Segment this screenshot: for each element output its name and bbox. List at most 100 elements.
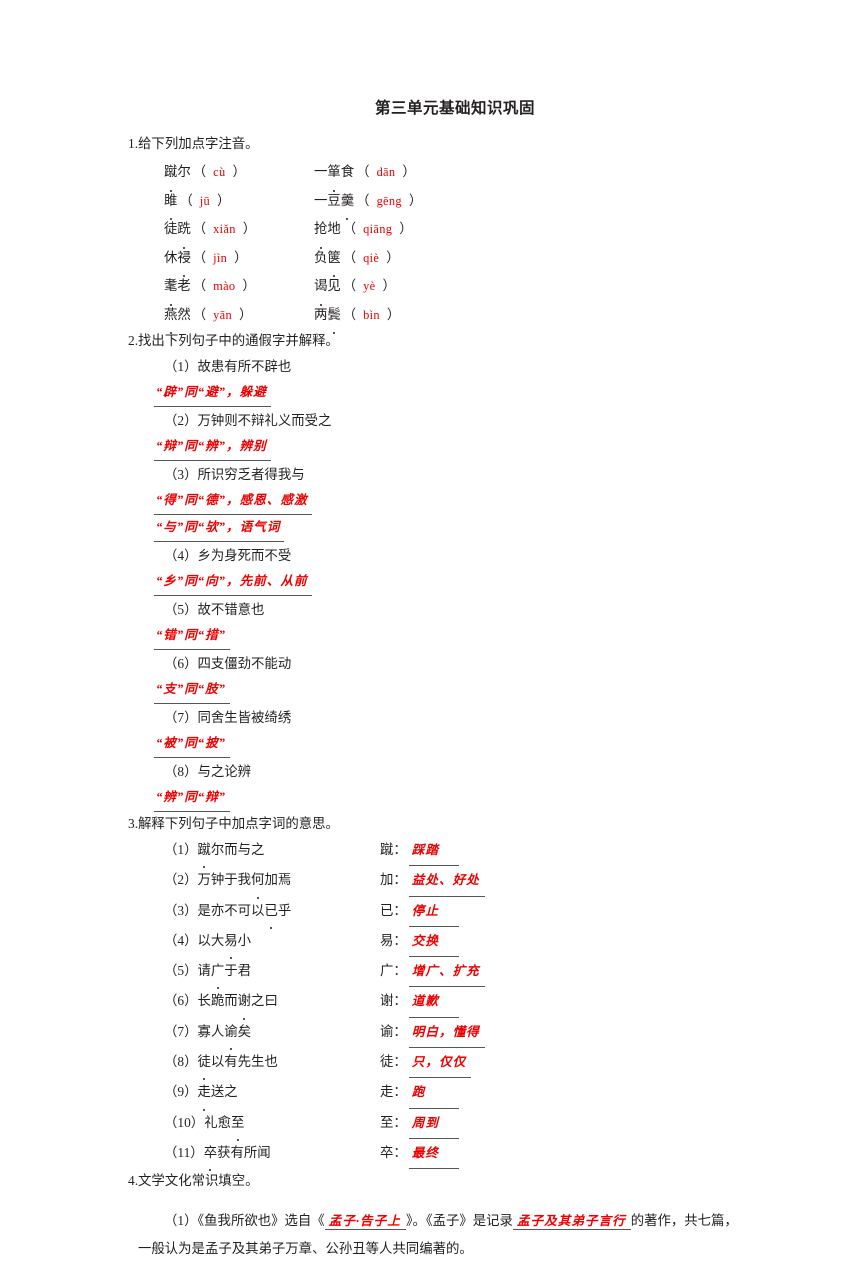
paren-close: ）	[408, 192, 423, 208]
pinyin-word-char: 休	[164, 249, 178, 265]
section-3-question-char: ）	[184, 872, 198, 888]
pinyin-row: 耄老（mào）谒见（yè）	[164, 272, 750, 305]
section-3-answer: 谕： 明白，懂得	[380, 1018, 485, 1049]
answer-underlined-text: “辨”同“辩”	[154, 785, 230, 812]
section-3-question-char: （	[164, 1084, 178, 1100]
paren-open: （	[342, 249, 357, 265]
pinyin-word-emphasis-dot: 蹴	[164, 158, 177, 191]
section-3-question-char: ）	[184, 842, 198, 857]
section-3-answer-key: 至：	[380, 1114, 407, 1130]
section-4-paragraph: （1）《鱼我所欲也》选自《 孟子·告子上 》。《孟子》是记录 孟子及其弟子言行 的著作，…	[128, 1207, 750, 1262]
section-3-question-emphasis-dot: 蹴	[197, 836, 211, 869]
section-3-row: （3）是亦不可以已乎 已： 停止	[128, 897, 750, 930]
section-3-answer-value: 跑	[408, 1079, 459, 1109]
paren-close: ）	[386, 249, 400, 265]
section-3-word-meanings: 3.解释下列句子中加点字词的意思。 （1）蹴尔而与之 蹴： 踩踏 （2）万钟于我何加焉…	[128, 812, 750, 1172]
paren-close: ）	[217, 192, 231, 208]
pinyin-answer: jìn	[213, 250, 228, 265]
section-3-answer-value: 周到	[408, 1110, 459, 1139]
section-3-question: （2）万钟于我何加焉	[164, 866, 380, 899]
answer-underlined-text: “被”同“披”	[154, 731, 230, 758]
worksheet-page: 第三单元基础知识巩固 1.给下列加点字注音。 蹴尔（cù）一箪食（dān）雎（j…	[0, 0, 860, 1256]
section-3-question-char: 之	[251, 842, 265, 857]
section-3-question-char: 君	[237, 963, 252, 979]
section-3-answer-key: 蹴：	[380, 842, 407, 857]
section-3-row: （11）卒获有所闻 卒： 最终	[128, 1139, 750, 1172]
section-3-answer-key: 走：	[380, 1084, 407, 1100]
pinyin-word: 徒跣	[164, 215, 191, 248]
section-3-question-char: 大	[210, 932, 225, 948]
section-3-answer-value: 益处、好处	[408, 867, 485, 897]
pinyin-word: 耄老	[164, 272, 191, 305]
section-3-row: （9）走送之 走：跑	[128, 1078, 750, 1112]
answer-underlined-text: “得”同“德”，感恩、感激	[154, 488, 312, 515]
section-3-row: （4）以大易小 易： 交换	[128, 927, 750, 960]
pinyin-word-emphasis-dot: 鬓	[327, 301, 341, 334]
pinyin-word: 一箪食	[314, 158, 354, 191]
answer-underlined-text: “错”同“措”	[154, 623, 230, 650]
section-3-question-char: （	[164, 842, 178, 857]
section-3-answer: 加： 益处、好处	[380, 866, 485, 897]
section-3-question-char: 是	[197, 902, 211, 918]
paren-close: ）	[238, 306, 253, 322]
section-3-question-char: 小	[237, 932, 252, 948]
section-2-question: （4）乡为身死而不受	[164, 548, 292, 563]
paren-close: ）	[242, 278, 256, 293]
pinyin-answer: gēng	[376, 193, 402, 208]
pinyin-word: 抢地	[314, 215, 341, 248]
section-3-question: （10）礼愈至	[164, 1109, 380, 1142]
section-3-answer: 蹴： 踩踏	[380, 836, 459, 867]
section-3-question-char: 之	[224, 1084, 238, 1100]
section-3-question-char: 矣	[237, 1023, 252, 1039]
paren-close: ）	[399, 221, 413, 236]
pinyin-word-emphasis-dot: 跣	[177, 215, 191, 248]
pinyin-entry-right: 抢地（ qiāng ）	[314, 215, 415, 248]
pinyin-answer: qiāng	[363, 222, 393, 236]
pinyin-answer: qiè	[363, 250, 380, 265]
section-3-question-char: 闻	[257, 1144, 271, 1160]
section-3-question-char: 长	[197, 993, 211, 1009]
section-3-question-emphasis-dot: 至	[231, 1109, 244, 1142]
section-3-question-char: 以	[251, 902, 265, 918]
paren-open: （	[192, 164, 207, 179]
answer-underlined-text: “支”同“肢”	[154, 677, 230, 704]
paren-open: （	[342, 306, 357, 322]
section-2-answer: “被”同“披”	[128, 731, 750, 758]
pinyin-answer: jū	[199, 193, 211, 208]
pinyin-word: 负箧	[314, 244, 341, 277]
section-3-question-char: （	[164, 1054, 178, 1070]
section-3-answer-value: 最终	[408, 1140, 459, 1170]
section-3-question-char: 钟	[210, 872, 225, 888]
section-3-question-char: 不	[224, 902, 238, 918]
section-3-answer: 易： 交换	[380, 927, 459, 958]
pinyin-entry-left: 蹴尔（ cù ）	[164, 158, 314, 191]
section-3-question-char: 先	[237, 1054, 252, 1070]
section-3-question-char: 焉	[277, 872, 292, 888]
paren-open: （	[342, 278, 357, 293]
s4-blank-source: 孟子·告子上	[324, 1213, 406, 1230]
section-3-question-char: 而	[224, 993, 238, 1009]
section-3-question-char: 曰	[264, 993, 278, 1009]
section-3-question-char: （	[164, 993, 178, 1009]
paren-open: （	[192, 249, 207, 265]
document-body: 1.给下列加点字注音。 蹴尔（cù）一箪食（dān）雎（jū）一豆羹（gēng）…	[0, 120, 860, 1262]
pinyin-answer: bìn	[363, 307, 380, 322]
section-3-answer-key: 已：	[380, 902, 407, 918]
section-3-question-char: 而	[224, 842, 238, 857]
pinyin-entry-left: 徒跣（ xiǎn ）	[164, 215, 314, 248]
pinyin-word-emphasis-dot: 谒	[314, 272, 327, 305]
pinyin-word: 蹴尔	[164, 158, 191, 191]
section-3-question-char: 万	[197, 872, 211, 888]
section-3-answer-key: 谢：	[380, 993, 407, 1009]
section-3-answer: 已： 停止	[380, 897, 459, 927]
section-3-answer-key: 卒：	[380, 1144, 407, 1160]
pinyin-word-char: 老	[177, 278, 191, 293]
section-3-answer-key: 加：	[380, 872, 407, 888]
pinyin-word-char: 地	[327, 221, 341, 236]
answer-underlined-text: “辩”同“辨”，辨别	[154, 434, 271, 461]
section-3-question-emphasis-dot: 谕	[224, 1018, 238, 1051]
section-3-question-char: ）	[184, 902, 198, 918]
section-2-answer: “支”同“肢”	[128, 677, 750, 704]
pinyin-word: 休祲	[164, 244, 191, 277]
section-3-question-char: 于	[224, 963, 238, 979]
